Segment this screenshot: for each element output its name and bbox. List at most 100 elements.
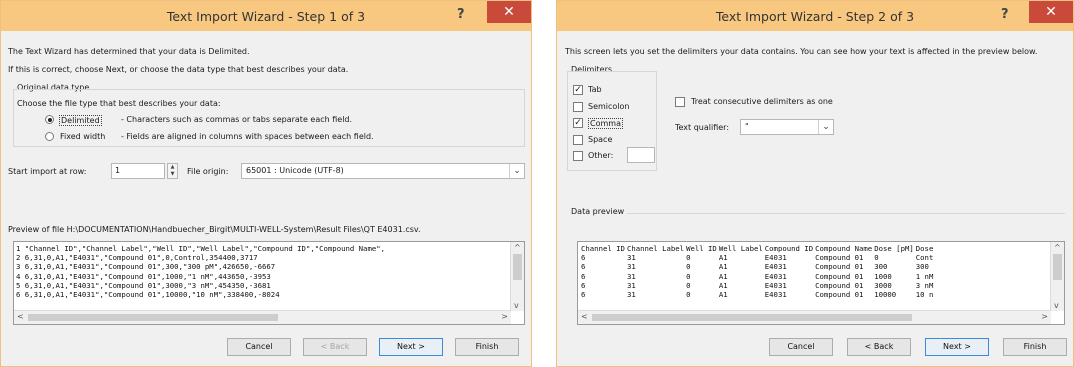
- preview-line: 4 6,31,0,A1,"E4031","Compound 01",1000,"…: [16, 271, 271, 281]
- preview-lines: 1 "Channel ID","Channel Label","Well ID"…: [16, 244, 385, 299]
- other-checkbox[interactable]: [573, 151, 583, 161]
- finish-button[interactable]: Finish: [455, 338, 519, 356]
- file-preview-box[interactable]: 1 "Channel ID","Channel Label","Well ID"…: [13, 241, 525, 325]
- intro-text: This screen lets you set the delimiters …: [565, 47, 1038, 56]
- intro-text-1: The Text Wizard has determined that your…: [8, 47, 250, 56]
- fixed-width-description: - Fields are aligned in columns with spa…: [121, 132, 374, 141]
- file-origin-select[interactable]: 65001 : Unicode (UTF-8) ⌄: [241, 163, 525, 179]
- comma-label[interactable]: Comma: [588, 118, 623, 129]
- title-bar: Text Import Wizard - Step 2 of 3 ? ✕: [557, 1, 1073, 31]
- close-button[interactable]: ✕: [487, 1, 531, 23]
- preview-cell: E4031: [764, 262, 787, 272]
- preview-cell: Compound 01: [815, 253, 864, 263]
- semicolon-label[interactable]: Semicolon: [588, 102, 630, 111]
- close-button[interactable]: ✕: [1029, 1, 1073, 23]
- preview-cell: Compound 01: [815, 262, 864, 272]
- tab-checkbox[interactable]: ✓: [573, 85, 583, 95]
- preview-cell: A1: [718, 290, 728, 300]
- help-icon[interactable]: ?: [457, 7, 465, 22]
- scroll-thumb[interactable]: [1053, 254, 1062, 280]
- scroll-up-icon[interactable]: ^: [1054, 243, 1061, 252]
- preview-horizontal-scrollbar[interactable]: < >: [578, 310, 1051, 324]
- preview-header-row: Channel ID Channel Label Well ID Well Label…: [580, 244, 934, 253]
- tab-label[interactable]: Tab: [588, 85, 602, 94]
- cancel-button[interactable]: Cancel: [769, 338, 833, 356]
- title-bar: Text Import Wizard - Step 1 of 3 ? ✕: [1, 1, 531, 31]
- preview-cell: Compound 01: [815, 280, 864, 290]
- separator: [627, 213, 1065, 214]
- preview-header-cell: Compound Name: [815, 244, 873, 253]
- space-label[interactable]: Space: [588, 135, 612, 144]
- preview-cell: 3 nM: [915, 280, 934, 290]
- preview-cell: 3000: [874, 280, 892, 290]
- scroll-right-icon[interactable]: >: [1041, 312, 1048, 321]
- preview-row: 6 31 0 A1 E4031 Compound 01 300 300: [580, 262, 934, 271]
- preview-vertical-scrollbar[interactable]: ^ v: [510, 242, 524, 311]
- scroll-left-icon[interactable]: <: [581, 312, 588, 321]
- start-row-spinner[interactable]: ▲ ▼: [167, 163, 178, 179]
- back-button[interactable]: < Back: [303, 338, 367, 356]
- preview-cell: 31: [626, 271, 636, 281]
- scroll-down-icon[interactable]: v: [514, 301, 519, 310]
- comma-checkbox[interactable]: ✓: [573, 118, 583, 128]
- cancel-button[interactable]: Cancel: [227, 338, 291, 356]
- scroll-down-icon[interactable]: v: [1054, 301, 1059, 310]
- other-input[interactable]: [627, 147, 655, 163]
- preview-cell: 0: [686, 280, 691, 290]
- preview-header-cell: Channel ID: [581, 244, 625, 253]
- preview-cell: 0: [686, 271, 691, 281]
- next-button[interactable]: Next >: [379, 338, 443, 356]
- preview-cell: 6: [581, 280, 586, 290]
- preview-row: 6 31 0 A1 E4031 Compound 01 1000 1 nM: [580, 272, 934, 281]
- preview-cell: 31: [626, 280, 636, 290]
- file-origin-label: File origin:: [187, 167, 229, 176]
- scroll-up-icon[interactable]: ^: [514, 243, 521, 252]
- start-row-input[interactable]: 1: [111, 163, 165, 179]
- preview-line: 6 6,31,0,A1,"E4031","Compound 01",10000,…: [16, 290, 280, 300]
- finish-button[interactable]: Finish: [1003, 338, 1067, 356]
- preview-cell: 6: [581, 271, 586, 281]
- data-preview-grid: Channel ID Channel Label Well ID Well Label…: [580, 244, 934, 299]
- text-qualifier-label: Text qualifier:: [675, 123, 730, 132]
- semicolon-checkbox[interactable]: [573, 102, 583, 112]
- scroll-thumb[interactable]: [513, 254, 522, 280]
- preview-row: 6 31 0 A1 E4031 Compound 01 0 Cont: [580, 253, 934, 262]
- start-row-label: Start import at row:: [8, 167, 87, 176]
- text-qualifier-select[interactable]: " ⌄: [740, 119, 834, 135]
- back-button[interactable]: < Back: [847, 338, 911, 356]
- scroll-left-icon[interactable]: <: [17, 312, 24, 321]
- delimited-label[interactable]: Delimited: [59, 115, 102, 126]
- preview-cell: 6: [581, 262, 586, 272]
- import-wizard-step2-dialog: Text Import Wizard - Step 2 of 3 ? ✕ Thi…: [556, 0, 1074, 367]
- scroll-right-icon[interactable]: >: [501, 312, 508, 321]
- preview-header-cell: Well Label: [718, 244, 763, 253]
- scroll-thumb[interactable]: [592, 314, 912, 321]
- other-label[interactable]: Other:: [588, 151, 613, 160]
- data-preview-box[interactable]: Channel ID Channel Label Well ID Well Label…: [577, 241, 1065, 325]
- fixed-width-label[interactable]: Fixed width: [60, 132, 105, 141]
- preview-header-cell: Dose [pM]: [874, 244, 914, 253]
- space-checkbox[interactable]: [573, 135, 583, 145]
- preview-vertical-scrollbar[interactable]: ^ v: [1050, 242, 1064, 311]
- consecutive-delimiters-label[interactable]: Treat consecutive delimiters as one: [691, 97, 833, 106]
- preview-header-cell: Dose: [915, 244, 934, 253]
- scroll-thumb[interactable]: [28, 314, 278, 321]
- fixed-width-radio[interactable]: [45, 132, 54, 141]
- delimited-radio[interactable]: [45, 115, 54, 124]
- preview-cell: 1000: [874, 271, 892, 281]
- preview-line: 3 6,31,0,A1,"E4031","Compound 01",300,"3…: [16, 262, 276, 272]
- help-icon[interactable]: ?: [1001, 7, 1009, 22]
- preview-cell: 10 n: [915, 290, 934, 300]
- preview-horizontal-scrollbar[interactable]: < >: [14, 310, 511, 324]
- preview-cell: A1: [718, 280, 728, 290]
- preview-cell: 10000: [874, 290, 897, 300]
- preview-cell: A1: [718, 262, 728, 272]
- preview-cell: 31: [626, 262, 636, 272]
- preview-header-cell: Channel Label: [626, 244, 685, 253]
- file-origin-value: 65001 : Unicode (UTF-8): [246, 166, 344, 175]
- chevron-down-icon: ⌄: [818, 120, 833, 134]
- consecutive-delimiters-checkbox[interactable]: [675, 97, 685, 107]
- preview-header-cell: Well ID: [686, 244, 717, 253]
- preview-cell: Compound 01: [815, 271, 864, 281]
- next-button[interactable]: Next >: [925, 338, 989, 356]
